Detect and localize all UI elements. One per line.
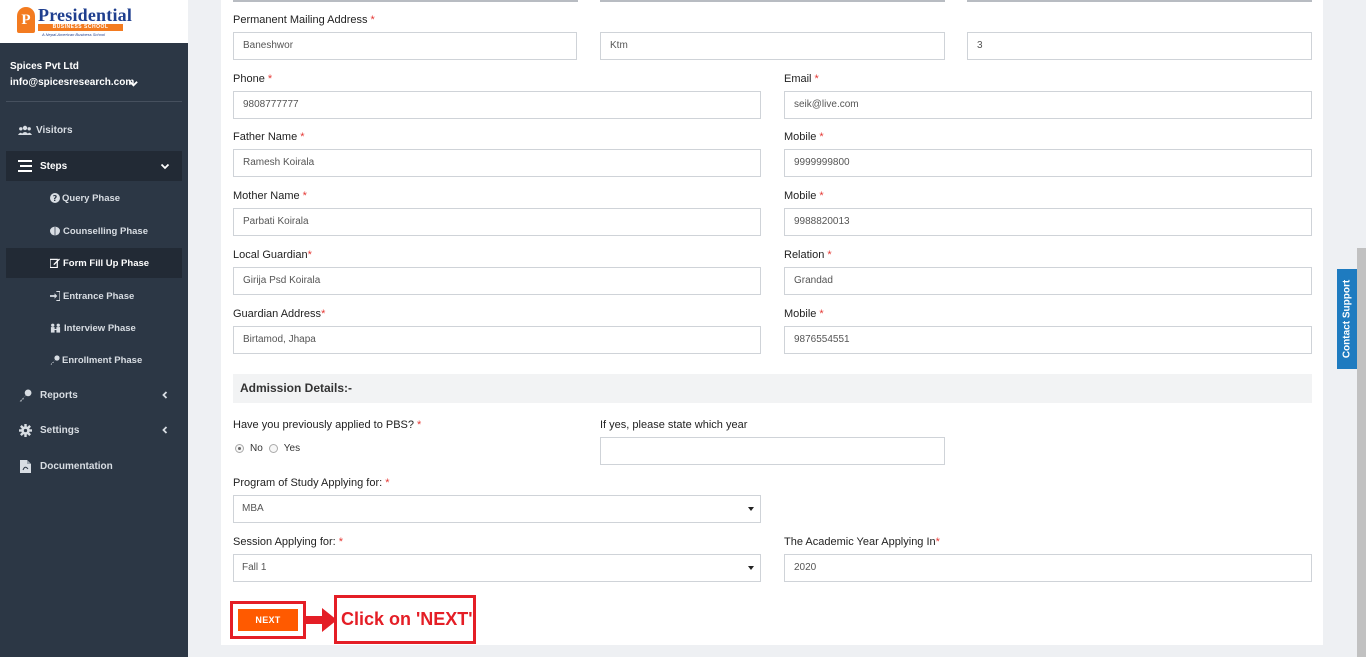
sidebar-item-label: Form Fill Up Phase [63, 257, 150, 269]
sidebar-item-label: Visitors [36, 124, 73, 136]
sidebar-item-label: Counselling Phase [63, 225, 148, 237]
father-name-field[interactable]: Ramesh Koirala [233, 149, 761, 177]
mailing-address-ward-field[interactable]: 3 [967, 32, 1312, 60]
session-select[interactable]: Fall 1 [233, 554, 761, 582]
guardian-address-field[interactable]: Birtamod, Jhapa [233, 326, 761, 354]
program-selected-value: MBA [242, 503, 264, 514]
caret-down-icon [748, 507, 754, 511]
mother-name-field[interactable]: Parbati Koirala [233, 208, 761, 236]
chevron-down-icon[interactable] [129, 79, 138, 88]
next-button-highlight: NEXT [230, 601, 306, 639]
academic-year-field[interactable]: 2020 [784, 554, 1312, 582]
relation-field[interactable]: Grandad [784, 267, 1312, 295]
divider [233, 0, 578, 2]
sidebar-item-label: Interview Phase [64, 322, 136, 334]
sidebar-item-label: Steps [40, 160, 68, 172]
sidebar-item-interview-phase[interactable]: Interview Phase [6, 313, 182, 343]
edit-icon [50, 256, 60, 270]
sidebar-item-form-fill-up-phase[interactable]: Form Fill Up Phase [6, 248, 182, 278]
bars-icon [18, 159, 32, 173]
mailing-address-street-field[interactable]: Baneshwor [233, 32, 577, 60]
chevron-left-icon [162, 426, 168, 434]
key-icon [18, 388, 32, 402]
sidebar: P Presidential BUSINESS SCHOOL A Nepal-A… [0, 0, 188, 657]
previously-applied-radio-group: No Yes [235, 443, 306, 454]
key-icon [50, 353, 60, 367]
mother-mobile-field[interactable]: 9988820013 [784, 208, 1312, 236]
divider [967, 0, 1312, 2]
father-mobile-label: Mobile * [784, 131, 824, 143]
sidebar-item-label: Entrance Phase [63, 290, 135, 302]
sidebar-divider [6, 101, 182, 102]
program-select[interactable]: MBA [233, 495, 761, 523]
caret-down-icon [748, 566, 754, 570]
users-icon [18, 123, 32, 137]
father-mobile-field[interactable]: 9999999800 [784, 149, 1312, 177]
sidebar-item-label: Documentation [40, 460, 113, 472]
guardian-mobile-field[interactable]: 9876554551 [784, 326, 1312, 354]
sidebar-item-query-phase[interactable]: ? Query Phase [6, 183, 182, 213]
email-field[interactable]: seik@live.com [784, 91, 1312, 119]
profile-company: Spices Pvt Ltd [10, 61, 79, 72]
sidebar-item-label: Query Phase [62, 192, 121, 204]
question-circle-icon: ? [50, 191, 60, 205]
sidebar-item-steps[interactable]: Steps [6, 151, 182, 181]
father-name-label: Father Name * [233, 131, 305, 143]
divider [600, 0, 945, 2]
logo-tagline: A Nepal-American Business School [42, 32, 105, 37]
mother-mobile-label: Mobile * [784, 190, 824, 202]
chevron-left-icon [162, 391, 168, 399]
guardian-address-label: Guardian Address* [233, 308, 326, 320]
sidebar-item-label: Enrollment Phase [62, 354, 143, 366]
sidebar-item-documentation[interactable]: Documentation [6, 451, 182, 481]
file-pdf-icon [18, 459, 32, 473]
local-guardian-field[interactable]: Girija Psd Koirala [233, 267, 761, 295]
session-selected-value: Fall 1 [242, 562, 267, 573]
email-label: Email * [784, 73, 819, 85]
logo-mark: P [17, 7, 35, 33]
contact-support-label: Contact Support [1341, 279, 1353, 359]
radio-no-label: No [250, 443, 263, 454]
sidebar-item-counselling-phase[interactable]: Counselling Phase [6, 216, 182, 246]
phone-label: Phone * [233, 73, 273, 85]
logo[interactable]: P Presidential BUSINESS SCHOOL A Nepal-A… [0, 0, 188, 43]
program-label: Program of Study Applying for: * [233, 477, 390, 489]
contact-support-tab[interactable]: Contact Support [1337, 269, 1357, 369]
session-label: Session Applying for: * [233, 536, 344, 548]
previously-applied-label: Have you previously applied to PBS? * [233, 419, 422, 431]
logo-subtitle: BUSINESS SCHOOL [38, 24, 123, 31]
interview-icon [50, 321, 61, 335]
mailing-address-label: Permanent Mailing Address * [233, 14, 375, 26]
click-next-callout: Click on 'NEXT' [334, 595, 476, 644]
sidebar-item-visitors[interactable]: Visitors [6, 115, 182, 145]
gear-icon [18, 423, 32, 437]
logo-title: Presidential [38, 5, 133, 25]
sidebar-item-label: Settings [40, 424, 80, 436]
scrollbar-thumb[interactable] [1357, 248, 1366, 657]
phone-field[interactable]: 9808777777 [233, 91, 761, 119]
academic-year-label: The Academic Year Applying In* [784, 536, 940, 548]
next-button[interactable]: NEXT [238, 609, 298, 631]
mailing-address-city-field[interactable]: Ktm [600, 32, 945, 60]
radio-yes-label: Yes [283, 443, 301, 454]
sidebar-item-entrance-phase[interactable]: Entrance Phase [6, 281, 182, 311]
radio-yes[interactable] [268, 444, 278, 453]
sidebar-item-settings[interactable]: Settings [6, 415, 182, 445]
applied-year-label: If yes, please state which year [600, 419, 748, 431]
sign-in-icon [50, 289, 60, 303]
admission-details-heading: Admission Details:- [233, 374, 1312, 403]
mother-name-label: Mother Name * [233, 190, 307, 202]
applied-year-field[interactable] [600, 437, 945, 465]
relation-label: Relation * [784, 249, 832, 261]
svg-text:?: ? [53, 194, 58, 203]
brain-icon [50, 224, 60, 238]
local-guardian-label: Local Guardian* [233, 249, 312, 261]
guardian-mobile-label: Mobile * [784, 308, 824, 320]
radio-no[interactable] [235, 444, 244, 453]
profile-email: info@spicesresearch.com [10, 77, 135, 88]
sidebar-item-label: Reports [40, 389, 78, 401]
sidebar-item-enrollment-phase[interactable]: Enrollment Phase [6, 345, 182, 375]
chevron-down-icon [160, 163, 170, 170]
sidebar-item-reports[interactable]: Reports [6, 380, 182, 410]
